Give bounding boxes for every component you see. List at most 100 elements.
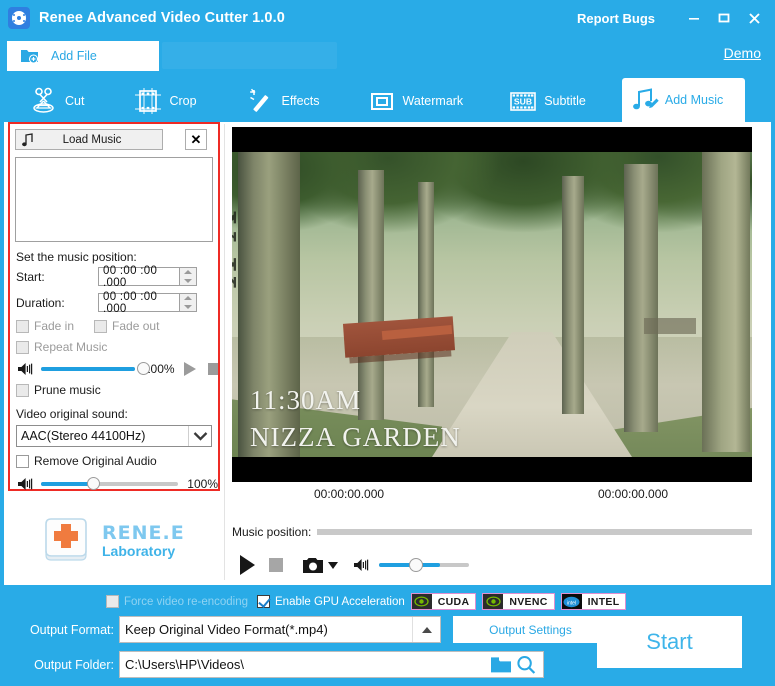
- folder-icon[interactable]: [490, 656, 512, 674]
- force-reencoding-checkbox[interactable]: [106, 595, 119, 608]
- demo-link[interactable]: Demo: [724, 45, 761, 61]
- output-format-dropdown-button[interactable]: [412, 617, 440, 642]
- fade-out-label: Fade out: [112, 319, 160, 333]
- preview-area: YoKe 11:30AM NIZZA GARDEN 00:00:00.000 0…: [232, 127, 752, 607]
- prune-music-row: Prune music: [16, 383, 218, 397]
- minimize-button[interactable]: [679, 3, 709, 33]
- tab-subtitle[interactable]: SUB Subtitle: [501, 80, 598, 122]
- remove-original-audio-checkbox[interactable]: [16, 454, 29, 468]
- output-format-select[interactable]: Keep Original Video Format(*.mp4): [119, 616, 441, 643]
- scissors-icon: [28, 86, 60, 116]
- gpu-badge-cuda[interactable]: CUDA: [410, 593, 477, 610]
- minimize-icon: [689, 18, 699, 20]
- music-note-icon: [22, 133, 33, 147]
- add-file-button[interactable]: Add File: [7, 41, 159, 71]
- music-volume-knob[interactable]: [137, 362, 150, 375]
- prune-music-label: Prune music: [34, 383, 101, 397]
- tab-cut[interactable]: Cut: [22, 80, 96, 122]
- output-format-row: Output Format: Keep Original Video Forma…: [22, 616, 608, 643]
- svg-text:intel: intel: [567, 600, 576, 606]
- gpu-acceleration-checkbox[interactable]: [257, 595, 271, 608]
- fade-in-checkbox[interactable]: [16, 319, 29, 333]
- content-area: Load Music ✕ Set the music position: Sta…: [4, 122, 771, 585]
- video-preview[interactable]: YoKe 11:30AM NIZZA GARDEN: [232, 127, 752, 482]
- film-frame-icon: [132, 86, 164, 116]
- repeat-music-checkbox[interactable]: [16, 340, 29, 354]
- tab-subtitle-label: Subtitle: [544, 94, 586, 108]
- add-file-label: Add File: [51, 49, 97, 63]
- secondary-placeholder-button[interactable]: [162, 42, 337, 69]
- original-volume-slider[interactable]: [41, 477, 179, 490]
- report-bugs-link[interactable]: Report Bugs: [577, 11, 655, 26]
- tab-effects-label: Effects: [281, 94, 320, 108]
- gpu-badge-nvenc-label: NVENC: [509, 595, 548, 608]
- start-time-input[interactable]: 00 :00 :00 .000: [98, 265, 180, 289]
- tab-add-music[interactable]: Add Music: [621, 78, 746, 122]
- encoding-options-row: Force video re-encoding Enable GPU Accel…: [106, 593, 627, 610]
- preview-stop-button[interactable]: [269, 558, 283, 572]
- music-position-label: Music position:: [232, 525, 312, 539]
- repeat-music-label: Repeat Music: [34, 340, 108, 354]
- add-file-icon: [21, 50, 38, 63]
- original-sound-select[interactable]: AAC(Stereo 44100Hz): [16, 425, 212, 447]
- tab-watermark[interactable]: Watermark: [360, 80, 476, 122]
- start-time-down[interactable]: [180, 277, 196, 286]
- preview-play-button[interactable]: [240, 555, 255, 575]
- original-volume-row: 100%: [18, 477, 218, 491]
- music-list[interactable]: [15, 157, 213, 242]
- original-volume-knob[interactable]: [87, 477, 100, 490]
- application-window: Renee Advanced Video Cutter 1.0.0 Report…: [0, 0, 775, 686]
- close-music-panel-button[interactable]: ✕: [185, 129, 207, 150]
- close-button[interactable]: [739, 3, 769, 33]
- sub-film-icon: SUB: [507, 86, 539, 116]
- output-settings-button[interactable]: Output Settings: [453, 616, 608, 643]
- original-sound-value: AAC(Stereo 44100Hz): [21, 429, 146, 443]
- letterbox-bottom: [232, 457, 752, 482]
- duration-time-input[interactable]: 00 :00 :00 .000: [98, 291, 180, 315]
- gpu-badge-nvenc[interactable]: NVENC: [482, 593, 555, 610]
- prune-music-checkbox[interactable]: [16, 383, 29, 397]
- original-volume-value: 100%: [187, 477, 218, 491]
- fade-out-checkbox[interactable]: [94, 319, 108, 333]
- brand-text: RENE.E Laboratory: [102, 522, 185, 559]
- tab-crop[interactable]: Crop: [126, 80, 208, 122]
- start-time-up[interactable]: [180, 268, 196, 277]
- camera-icon[interactable]: [303, 557, 323, 573]
- speaker-icon: [18, 478, 33, 490]
- start-time-stepper[interactable]: [180, 267, 197, 286]
- load-music-button[interactable]: Load Music: [15, 129, 163, 150]
- snapshot-menu-button[interactable]: [328, 561, 338, 569]
- tab-effects[interactable]: Effects: [239, 80, 332, 122]
- letterbox-top: [232, 127, 752, 152]
- music-preview-play-button[interactable]: [183, 362, 196, 376]
- bottom-bar: Force video re-encoding Enable GPU Accel…: [0, 586, 775, 686]
- music-panel-header: Load Music ✕: [10, 124, 218, 150]
- start-button[interactable]: Start: [597, 616, 742, 668]
- duration-time-row: Duration: 00 :00 :00 .000: [16, 291, 218, 315]
- maximize-icon: [718, 13, 730, 23]
- magnifier-icon[interactable]: [516, 655, 536, 675]
- original-sound-dropdown-button[interactable]: [188, 426, 211, 446]
- output-folder-field[interactable]: C:\Users\HP\Videos\: [119, 651, 544, 678]
- tab-crop-label: Crop: [169, 94, 197, 108]
- duration-time-up[interactable]: [180, 294, 196, 303]
- add-file-row: Add File Demo: [0, 41, 775, 71]
- maximize-button[interactable]: [709, 3, 739, 33]
- svg-text:SUB: SUB: [514, 97, 532, 107]
- remove-original-audio-row: Remove Original Audio: [16, 454, 218, 468]
- duration-label: Duration:: [16, 295, 65, 310]
- duration-time-stepper[interactable]: [180, 293, 197, 312]
- watermark-line-2: NIZZA GARDEN: [250, 422, 461, 452]
- gpu-badge-intel[interactable]: intel INTEL: [560, 593, 627, 610]
- total-time: 00:00:00.000: [598, 487, 669, 501]
- caret-down-icon: [184, 304, 192, 309]
- duration-time-down[interactable]: [180, 303, 196, 312]
- music-preview-stop-button[interactable]: [207, 363, 218, 375]
- music-volume-slider[interactable]: [41, 362, 150, 375]
- preview-volume-knob[interactable]: [409, 558, 423, 572]
- music-position-slider[interactable]: [317, 529, 752, 535]
- preview-volume-slider[interactable]: [379, 558, 469, 572]
- fade-in-label: Fade in: [34, 319, 75, 333]
- speaker-icon: [18, 363, 33, 375]
- renee-badge-icon: [40, 515, 92, 565]
